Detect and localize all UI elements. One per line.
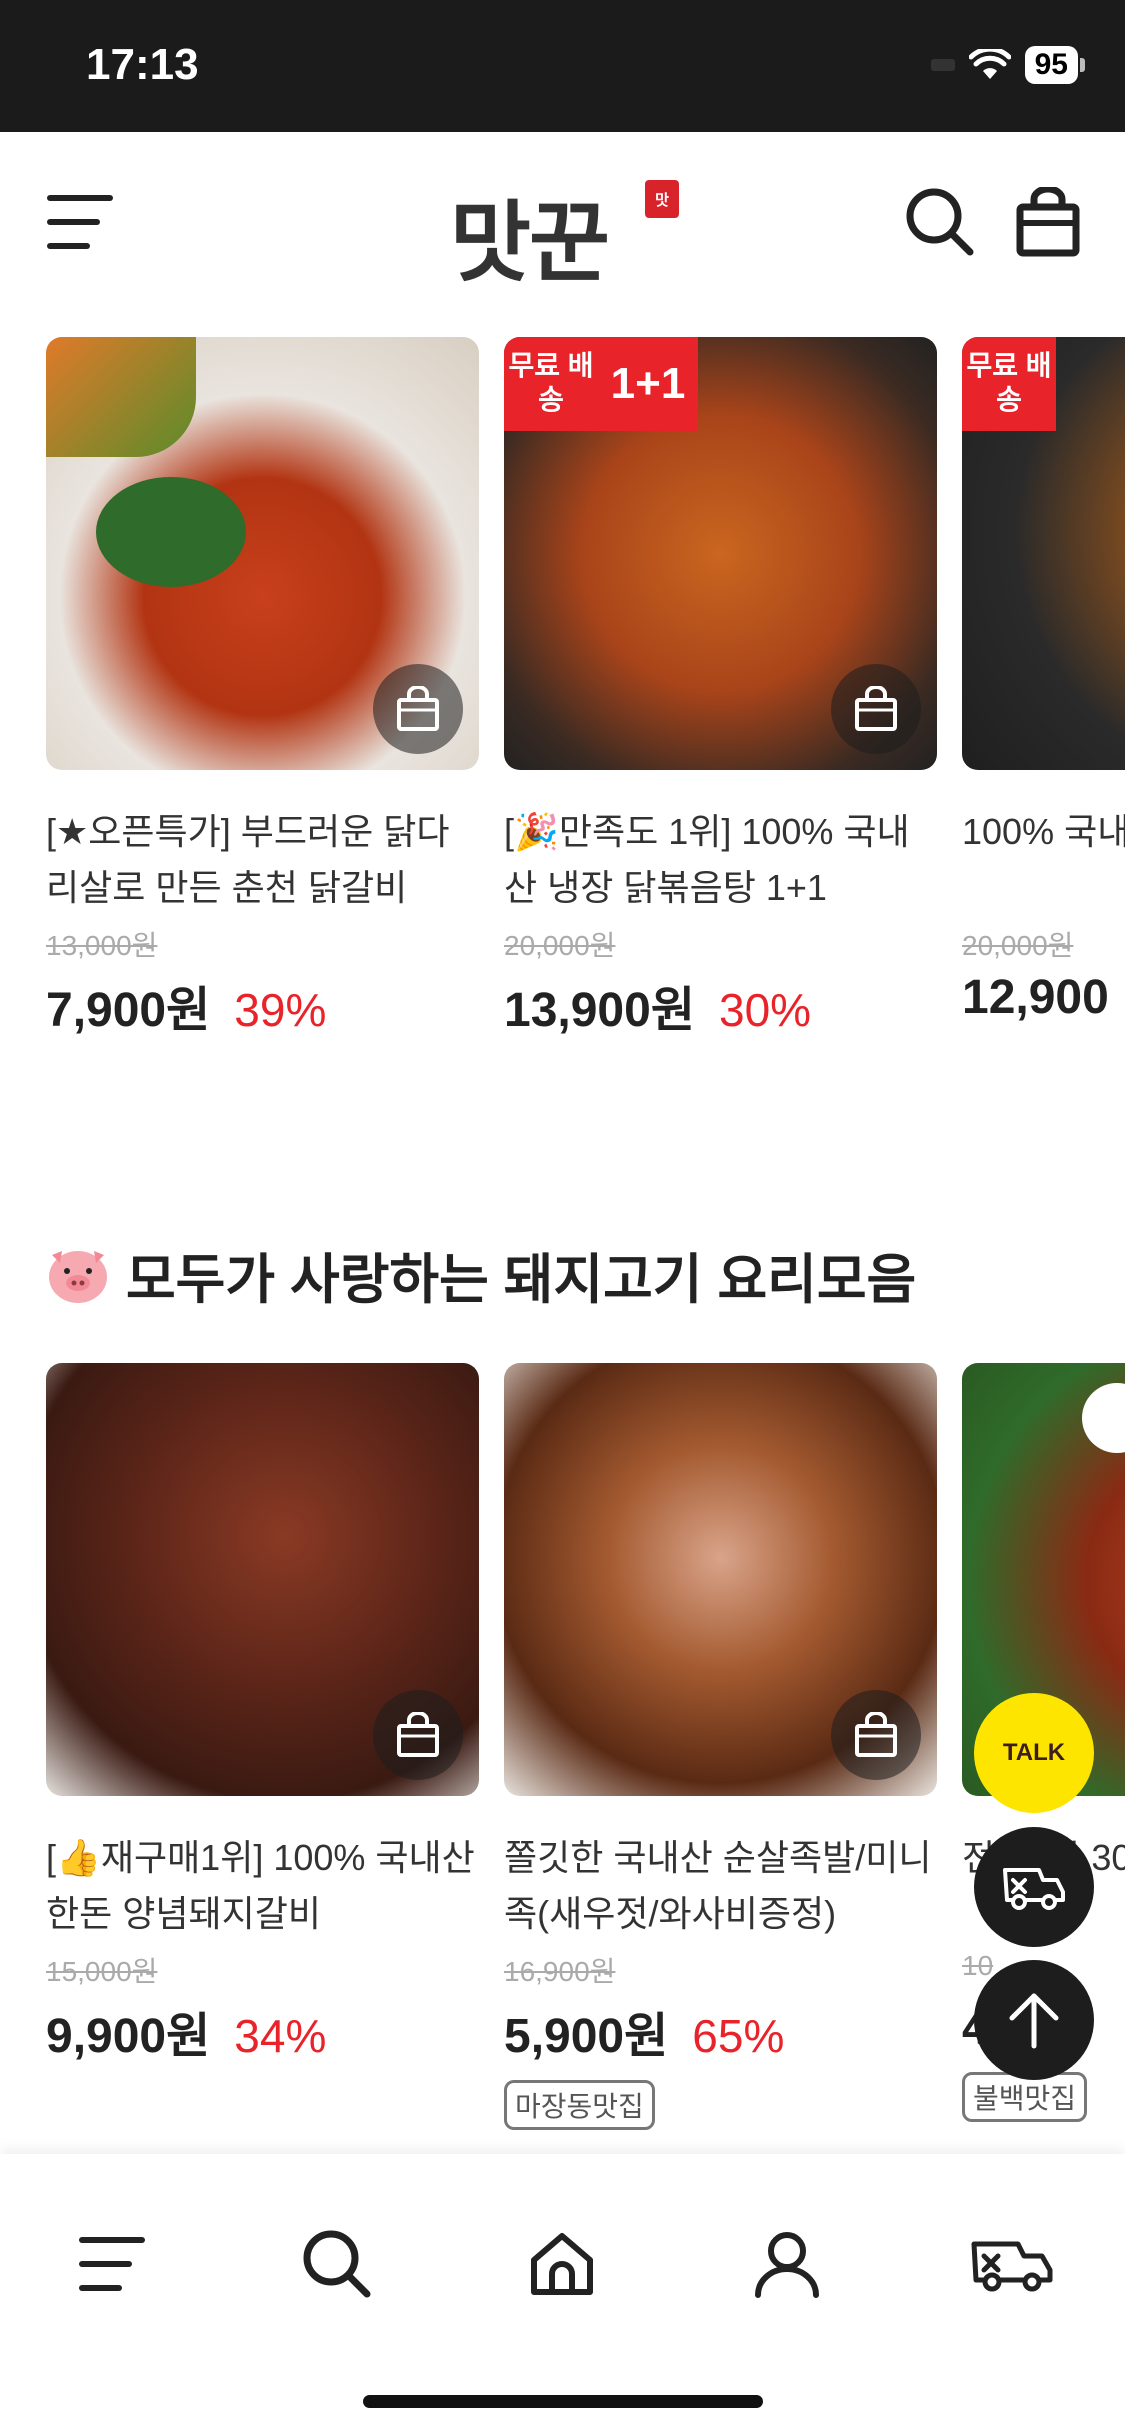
scroll-top-button[interactable] [974,1960,1094,2080]
price-row: 12,900 [962,970,1125,1025]
nav-delivery[interactable] [962,2214,1062,2314]
app-header: 맛꾼 맛 [0,132,1125,312]
pig-icon [49,1250,107,1303]
section-title: 모두가 사랑하는 돼지고기 요리모음 [46,1235,916,1314]
product-card[interactable]: 쫄깃한 국내산 순살족발/미니족(새우젓/와사비증정) 16,900원 5,90… [504,1363,937,2130]
search-button[interactable] [900,182,980,262]
bag-icon [855,686,897,731]
nav-home[interactable] [512,2214,612,2314]
status-bar: 17:13 95 [0,0,1125,132]
product-card[interactable]: 무료 배송 100% 국내산 기름기 쏙 뺀 20,000원 12,900 [962,337,1125,1025]
product-image[interactable]: 무료 배송 1+1 [504,337,937,770]
discount-rate: 39% [234,984,327,1036]
cart-button[interactable] [1008,182,1088,262]
free-shipping-badge: 무료 배송 [504,337,598,431]
price-row: 13,900원 30% [504,970,937,1040]
status-indicators: 95 [930,46,1085,84]
original-price: 16,900원 [504,1956,616,1987]
talk-label: TALK [1002,1739,1066,1766]
seller-tag[interactable]: 불백맛집 [962,2072,1088,2122]
sale-price: 7,900원 [46,984,211,1037]
search-icon [303,2230,371,2298]
section-title-text: 모두가 사랑하는 돼지고기 요리모음 [126,1250,917,1310]
product-title[interactable]: [👍재구매1위] 100% 국내산 한돈 양념돼지갈비 [46,1830,479,1942]
menu-button[interactable] [44,186,116,258]
product-image[interactable]: 무료 배송 [962,337,1125,770]
free-shipping-badge: 무료 배송 [962,337,1056,431]
original-price: 20,000원 [962,930,1074,961]
sale-price: 9,900원 [46,2010,211,2063]
product-card[interactable]: 무료 배송 1+1 [🎉만족도 1위] 100% 국내산 냉장 닭볶음탕 1+1… [504,337,937,1040]
original-price: 15,000원 [46,1956,158,1987]
sale-price: 13,900원 [504,984,695,1037]
seller-tag[interactable]: 마장동맛집 [504,2080,655,2130]
product-image[interactable] [46,1363,479,1796]
delivery-button[interactable] [974,1827,1094,1947]
nav-my-page[interactable] [737,2214,837,2314]
home-indicator [363,2395,763,2408]
original-price: 13,000원 [46,930,158,961]
signal-icon [930,59,955,71]
product-image[interactable] [504,1363,937,1796]
app-logo[interactable]: 맛꾼 [450,172,610,299]
product-rail-1[interactable]: [★오픈특가] 부드러운 닭다리살로 만든 춘천 닭갈비 13,000원 7,9… [46,337,1125,1057]
arrow-up-icon [1009,1993,1059,2049]
sale-price: 12,900 [962,971,1109,1024]
product-title[interactable]: 쫄깃한 국내산 순살족발/미니족(새우젓/와사비증정) [504,1830,937,1942]
bag-icon [855,1712,897,1757]
add-to-cart-button[interactable] [373,664,463,754]
product-title[interactable]: [🎉만족도 1위] 100% 국내산 냉장 닭볶음탕 1+1 [504,804,937,916]
discount-rate: 65% [692,2010,785,2062]
bag-icon [397,1712,439,1757]
sale-price: 5,900원 [504,2010,669,2063]
home-icon [531,2233,593,2295]
add-to-cart-button[interactable] [373,1690,463,1780]
user-icon [755,2232,819,2298]
product-card[interactable]: [★오픈특가] 부드러운 닭다리살로 만든 춘천 닭갈비 13,000원 7,9… [46,337,479,1040]
nav-search[interactable] [287,2214,387,2314]
battery-tip [1080,58,1085,72]
original-price: 20,000원 [504,930,616,961]
add-to-cart-button[interactable] [831,1690,921,1780]
delivery-truck-icon [1003,1868,1065,1910]
shopping-bag-icon [1016,187,1080,257]
wifi-icon [968,49,1011,79]
add-to-cart-button[interactable] [831,664,921,754]
discount-rate: 30% [718,984,812,1036]
bottom-navigation [0,2154,1125,2436]
product-image[interactable] [46,337,479,770]
product-rail-2[interactable]: [👍재구매1위] 100% 국내산 한돈 양념돼지갈비 15,000원 9,90… [46,1363,1125,2153]
one-plus-one-badge: 1+1 [598,337,698,431]
discount-rate: 34% [234,2010,327,2062]
price-row: 7,900원 39% [46,970,479,1040]
hamburger-icon [79,2237,145,2291]
battery-level: 95 [1024,46,1078,84]
price-row: 9,900원 34% [46,1996,479,2066]
delivery-truck-icon [971,2241,1053,2292]
product-title[interactable]: [★오픈특가] 부드러운 닭다리살로 만든 춘천 닭갈비 [46,804,479,916]
logo-seal: 맛 [645,180,679,218]
status-time: 17:13 [86,40,199,89]
product-card[interactable]: [👍재구매1위] 100% 국내산 한돈 양념돼지갈비 15,000원 9,90… [46,1363,479,2066]
search-icon [906,188,974,256]
kakao-talk-button[interactable]: TALK [974,1693,1094,1813]
product-title[interactable]: 100% 국내산 기름기 쏙 뺀 [962,804,1125,916]
nav-menu[interactable] [62,2214,162,2314]
bag-icon [397,686,439,731]
price-row: 5,900원 65% [504,1996,937,2066]
hamburger-icon [47,195,113,249]
